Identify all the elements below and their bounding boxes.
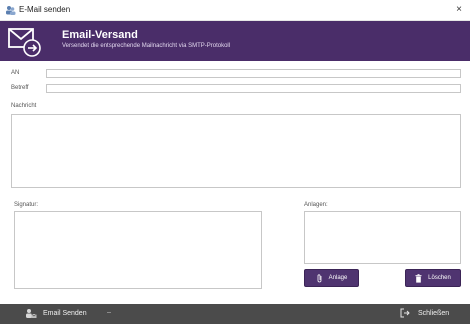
attach-button-label: Anlage — [328, 275, 348, 281]
message-label: Nachricht — [11, 103, 37, 109]
footer-separator — [107, 312, 111, 313]
exit-icon — [400, 308, 410, 318]
window-titlebar: E-Mail senden × — [0, 0, 470, 21]
users-icon — [6, 6, 16, 15]
mail-send-icon — [8, 28, 41, 57]
window-title: E-Mail senden — [19, 5, 71, 14]
to-input[interactable] — [46, 69, 461, 78]
send-email-button[interactable]: Email Senden — [25, 308, 87, 319]
window-close-button[interactable]: × — [452, 3, 466, 17]
footer-bar: Email Senden Schließen — [0, 304, 470, 324]
attachments-list[interactable] — [304, 211, 461, 264]
header-title: Email-Versand — [62, 29, 138, 41]
to-label: AN — [11, 70, 20, 76]
close-button[interactable]: Schließen — [400, 308, 449, 318]
trash-icon — [415, 273, 422, 283]
send-users-icon — [26, 309, 37, 318]
close-label: Schließen — [418, 309, 450, 317]
subject-input[interactable] — [46, 84, 461, 93]
delete-button[interactable]: Löschen — [405, 269, 461, 287]
attach-button[interactable]: Anlage — [304, 269, 359, 287]
header-subtitle: Versendet die entsprechende Mailnachrich… — [62, 43, 231, 49]
signature-label: Signatur: — [14, 202, 39, 208]
header-banner: Email-Versand Versendet die entsprechend… — [0, 21, 470, 61]
signature-textarea[interactable] — [14, 211, 262, 289]
paperclip-icon — [317, 273, 322, 282]
message-textarea[interactable] — [11, 114, 461, 188]
delete-button-label: Löschen — [428, 275, 451, 281]
send-email-label: Email Senden — [43, 310, 87, 317]
attachments-label: Anlagen: — [304, 202, 328, 208]
subject-label: Betreff — [11, 85, 29, 91]
